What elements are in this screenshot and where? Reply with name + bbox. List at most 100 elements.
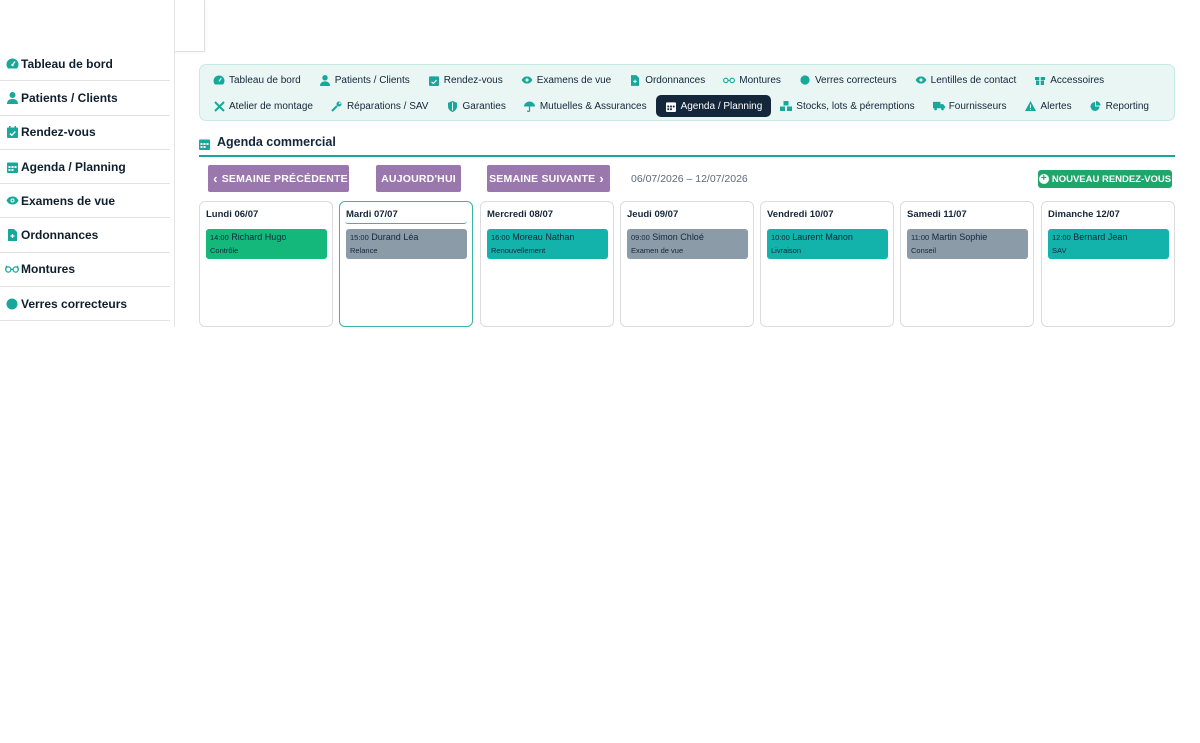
nav-row-2: Atelier de montage Réparations / SAV Gar…: [204, 95, 1158, 117]
appointment-type: Examen de vue: [631, 246, 684, 255]
section-header: Agenda commercial: [199, 135, 1175, 157]
file-medical-icon: [629, 74, 641, 86]
appointment-time: 09:00: [631, 233, 650, 242]
shield-icon: [446, 100, 458, 112]
appointment-card[interactable]: 10:00 Laurent Manon Livraison: [767, 229, 888, 259]
glasses-icon: [723, 74, 736, 86]
appointment-time: 15:00: [350, 233, 369, 242]
nav-tab-label: Garanties: [462, 100, 506, 112]
nav-tab-label: Fournisseurs: [948, 100, 1007, 112]
sidebar-item-montures[interactable]: Montures: [0, 253, 170, 288]
nav-tab-garanties[interactable]: Garanties: [437, 95, 514, 117]
sidebar-item-label: Ordonnances: [21, 228, 99, 243]
day-column[interactable]: Vendredi 10/07 10:00 Laurent Manon Livra…: [760, 201, 894, 327]
nav-tab-accessoires[interactable]: Accessoires: [1025, 69, 1113, 91]
appointment-time: 11:00: [911, 233, 930, 242]
day-header: Mercredi 08/07: [487, 209, 554, 220]
nav-tab-atelier[interactable]: Atelier de montage: [204, 95, 322, 117]
gift-icon: [1034, 74, 1046, 86]
nav-tab-dashboard[interactable]: Tableau de bord: [204, 69, 310, 91]
day-header: Vendredi 10/07: [767, 209, 834, 220]
day-header: Lundi 06/07: [206, 209, 259, 220]
page-title: Agenda commercial: [217, 135, 336, 149]
nav-tab-label: Accessoires: [1050, 74, 1105, 86]
eye-icon: [915, 74, 927, 86]
nav-tab-label: Agenda / Planning: [680, 100, 763, 112]
day-header: Jeudi 09/07: [627, 209, 679, 220]
plus-circle-icon: +: [1038, 174, 1049, 184]
today-button[interactable]: AUJOURD'HUI: [376, 165, 461, 192]
sidebar-item-rendez-vous[interactable]: Rendez-vous: [0, 116, 170, 150]
day-column[interactable]: Samedi 11/07 11:00 Martin Sophie Conseil: [900, 201, 1034, 327]
eye-icon: [5, 194, 19, 208]
appointment-type: Livraison: [771, 246, 802, 255]
nav-tab-label: Stocks, lots & péremptions: [796, 100, 915, 112]
nav-tab-alertes[interactable]: Alertes: [1016, 95, 1081, 117]
appointment-type: Conseil: [911, 246, 937, 255]
appointment-time: 14:00: [210, 233, 229, 242]
nav-tab-agenda[interactable]: Agenda / Planning: [655, 95, 772, 117]
chevron-right-icon: ›: [599, 171, 604, 186]
day-header: Mardi 07/07: [346, 209, 398, 220]
sidebar-item-label: Rendez-vous: [21, 125, 96, 140]
nav-tab-rendez-vous[interactable]: Rendez-vous: [419, 69, 512, 91]
nav-tab-fournisseurs[interactable]: Fournisseurs: [924, 95, 1016, 117]
user-icon: [319, 74, 331, 86]
appointment-patient: Martin Sophie: [931, 232, 988, 242]
sidebar-item-label: Patients / Clients: [21, 90, 118, 105]
day-column-today[interactable]: Mardi 07/07 15:00 Durand Léa Relance: [339, 201, 473, 327]
previous-week-label: SEMAINE PRÉCÉDENTE: [221, 172, 348, 185]
glasses-icon: [5, 262, 19, 276]
nav-tab-mutuelles[interactable]: Mutuelles & Assurances: [515, 95, 656, 117]
nav-tab-label: Alertes: [1040, 100, 1072, 112]
nav-tab-label: Mutuelles & Assurances: [539, 100, 647, 112]
dashboard-icon: [213, 74, 225, 86]
appointment-card[interactable]: 12:00 Bernard Jean SAV: [1048, 229, 1169, 259]
sidebar-item-label: Examens de vue: [21, 193, 116, 208]
day-column[interactable]: Jeudi 09/07 09:00 Simon Chloé Examen de …: [620, 201, 754, 327]
appointment-patient: Laurent Manon: [792, 232, 853, 242]
sidebar-item-ordonnances[interactable]: Ordonnances: [0, 218, 170, 253]
nav-tab-label: Reporting: [1105, 100, 1149, 112]
appointment-card[interactable]: 14:00 Richard Hugo Contrôle: [206, 229, 327, 259]
nav-tab-examens[interactable]: Examens de vue: [512, 69, 621, 91]
new-appointment-button[interactable]: + NOUVEAU RENDEZ-VOUS: [1038, 170, 1172, 188]
nav-tab-label: Réparations / SAV: [346, 100, 429, 112]
warning-icon: [1025, 100, 1037, 112]
appointment-card[interactable]: 15:00 Durand Léa Relance: [346, 229, 467, 259]
previous-week-button[interactable]: ‹ SEMAINE PRÉCÉDENTE: [208, 165, 349, 192]
day-column[interactable]: Mercredi 08/07 16:00 Moreau Nathan Renou…: [480, 201, 614, 327]
day-column[interactable]: Dimanche 12/07 12:00 Bernard Jean SAV: [1041, 201, 1175, 327]
nav-tab-reporting[interactable]: Reporting: [1081, 95, 1158, 117]
calendar-check-icon: [5, 125, 19, 139]
appointment-time: 12:00: [1052, 233, 1071, 242]
sidebar-item-patients[interactable]: Patients / Clients: [0, 81, 170, 116]
appointment-patient: Richard Hugo: [231, 232, 287, 242]
nav-tab-verres[interactable]: Verres correcteurs: [790, 69, 906, 91]
nav-tab-label: Lentilles de contact: [930, 74, 1017, 86]
nav-tab-montures[interactable]: Montures: [714, 69, 790, 91]
appointment-card[interactable]: 09:00 Simon Chloé Examen de vue: [627, 229, 748, 259]
week-date-range: 06/07/2026 – 12/07/2026: [631, 173, 748, 185]
sidebar-item-label: Tableau de bord: [21, 56, 113, 71]
nav-tab-reparations[interactable]: Réparations / SAV: [322, 95, 438, 117]
chevron-left-icon: ‹: [213, 171, 218, 186]
wrench-icon: [331, 100, 343, 112]
sidebar-item-agenda[interactable]: Agenda / Planning: [0, 150, 170, 185]
nav-tab-lentilles[interactable]: Lentilles de contact: [906, 69, 1026, 91]
nav-tab-stocks[interactable]: Stocks, lots & péremptions: [771, 95, 923, 117]
day-header: Samedi 11/07: [907, 209, 967, 220]
day-column[interactable]: Lundi 06/07 14:00 Richard Hugo Contrôle: [199, 201, 333, 327]
tools-icon: [213, 100, 225, 112]
sidebar-item-dashboard[interactable]: Tableau de bord: [0, 47, 170, 82]
next-week-button[interactable]: SEMAINE SUIVANTE ›: [487, 165, 610, 192]
sidebar-item-examens[interactable]: Examens de vue: [0, 184, 170, 219]
sidebar-item-verres[interactable]: Verres correcteurs: [0, 287, 170, 322]
appointment-card[interactable]: 16:00 Moreau Nathan Renouvellement: [487, 229, 608, 259]
appointment-patient: Bernard Jean: [1073, 232, 1128, 242]
appointment-card[interactable]: 11:00 Martin Sophie Conseil: [907, 229, 1028, 259]
nav-tab-patients[interactable]: Patients / Clients: [310, 69, 419, 91]
sidebar-item-label: Verres correcteurs: [21, 296, 128, 311]
truck-icon: [932, 100, 945, 112]
nav-tab-ordonnances[interactable]: Ordonnances: [620, 69, 714, 91]
